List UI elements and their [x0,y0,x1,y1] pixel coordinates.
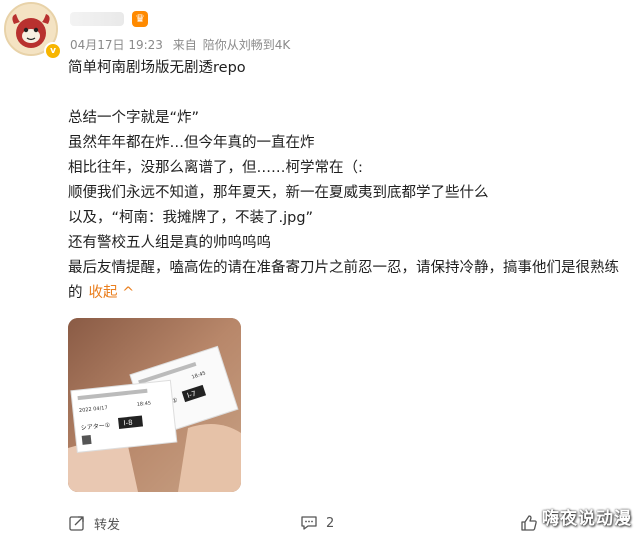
comment-icon [301,516,317,530]
comment-button[interactable]: 2 [300,514,334,532]
post-meta: 04月17日 19:23 来自 陪你从刘畅到4K [70,36,296,53]
repost-label: 转发 [94,517,121,533]
collapse-label: 收起 [88,285,118,301]
collapse-button[interactable]: 收起 ^ [89,285,135,301]
username-redacted [70,12,124,26]
post-line: 相比往年，没那么离谱了，但……柯学常在（: [68,160,363,176]
post-body: 简单柯南剧场版无剧透repo 总结一个字就是“炸” 虽然年年都在炸…但今年真的一… [68,56,630,306]
ticket-front-seat: I-8 [123,419,133,428]
chevron-up-icon: ^ [117,285,135,301]
post-via[interactable]: 陪你从刘畅到4K [203,38,291,52]
post-line: 虽然年年都在炸…但今年真的一直在炸 [68,135,315,151]
weibo-post: v ♛ 04月17日 19:23 来自 陪你从刘畅到4K 简单柯南剧场版无剧透re… [0,0,640,539]
member-badge-icon: ♛ [132,11,148,27]
post-timestamp[interactable]: 04月17日 19:23 [70,38,163,52]
watermark: 嗨夜说动漫 [542,509,632,529]
post-line-tail: 的 [68,285,83,301]
post-line: 简单柯南剧场版无剧透repo [68,60,246,76]
post-line: 总结一个字就是“炸” [68,110,200,126]
like-icon [521,515,537,531]
verified-badge-icon: v [44,42,62,60]
username-area[interactable]: ♛ [70,8,190,30]
share-icon [69,516,84,531]
post-source-label: 来自 [172,38,197,52]
comment-count: 2 [326,515,335,531]
post-line: 最后友情提醒，嗑高佐的请在准备寄刀片之前忍一忍，请保持冷静，搞事他们是很熟练 [68,260,619,276]
post-line: 顺便我们永远不知道，那年夏天，新一在夏威夷到底都学了些什么 [68,185,489,201]
post-line-last: 的收起 ^ [68,281,630,306]
post-photo[interactable]: 2022 18:45 シアター① I-7 2022 04/17 18:45 シア… [68,318,241,492]
repost-button[interactable]: 转发 [68,514,121,533]
post-line: 还有警校五人组是真的帅呜呜呜 [68,235,271,251]
movie-tickets-photo: 2022 18:45 シアター① I-7 2022 04/17 18:45 シア… [68,318,241,492]
post-line: 以及，“柯南：我摊牌了，不装了.jpg” [68,210,314,226]
